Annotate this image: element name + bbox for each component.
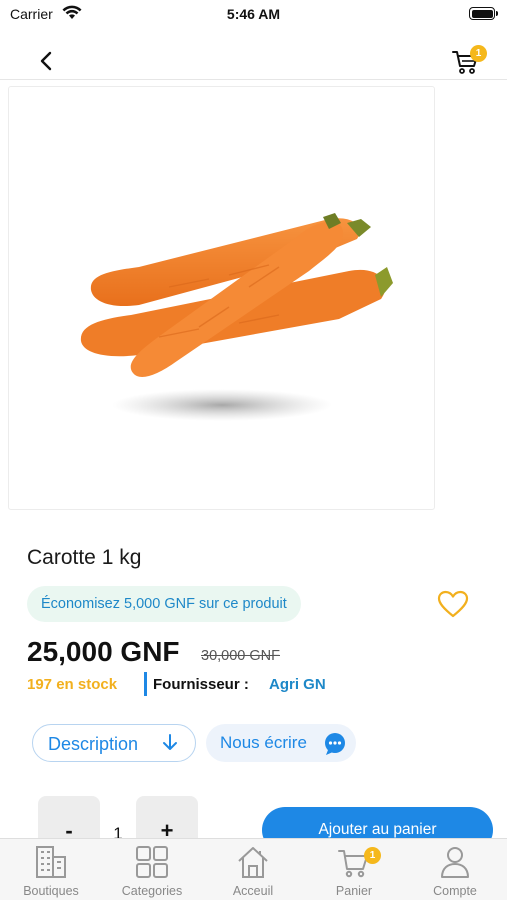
tab-label: Compte — [433, 884, 477, 898]
nav-bar: 1 — [0, 40, 507, 80]
supplier-divider — [144, 672, 147, 696]
header-cart-button[interactable]: 1 — [451, 45, 487, 78]
carrot-picture — [80, 213, 393, 421]
old-price: 30,000 GNF — [201, 648, 280, 664]
description-button[interactable]: Description — [32, 724, 196, 762]
favorite-heart-icon[interactable] — [437, 590, 469, 618]
tab-panier[interactable]: 1 Panier — [304, 839, 404, 900]
write-label: Nous écrire — [220, 733, 307, 752]
stock-count: 197 en stock — [27, 676, 118, 693]
cart-count-badge: 1 — [470, 45, 487, 62]
description-label: Description — [48, 734, 139, 754]
bottom-tab-bar: Boutiques Categories Acceuil 1 Panier Co… — [0, 838, 507, 900]
tab-label: Acceuil — [232, 884, 274, 898]
tab-compte[interactable]: Compte — [405, 839, 505, 900]
product-title: Carotte 1 kg — [27, 546, 142, 569]
status-time: 5:46 AM — [226, 6, 281, 22]
write-to-us-button[interactable]: Nous écrire — [206, 724, 356, 762]
product-image[interactable] — [8, 86, 435, 510]
buildings-icon — [36, 846, 66, 878]
battery-icon — [469, 7, 498, 20]
tab-acceuil[interactable]: Acceuil — [203, 839, 303, 900]
tab-label: Boutiques — [23, 884, 79, 898]
supplier-label: Fournisseur : — [153, 676, 249, 693]
tab-label: Categories — [121, 884, 183, 898]
supplier-link[interactable]: Agri GN — [269, 676, 326, 693]
status-bar: Carrier 5:46 AM — [0, 0, 507, 28]
home-icon — [238, 847, 268, 878]
tab-categories[interactable]: Categories — [102, 839, 202, 900]
grid-icon — [136, 846, 168, 878]
arrow-down-icon — [163, 734, 177, 750]
savings-badge: Économisez 5,000 GNF sur ce produit — [27, 586, 301, 622]
back-chevron-icon[interactable] — [36, 50, 58, 72]
tab-label: Panier — [335, 884, 373, 898]
user-icon — [441, 847, 469, 878]
cart-count-badge: 1 — [364, 847, 381, 864]
tab-boutiques[interactable]: Boutiques — [1, 839, 101, 900]
product-price: 25,000 GNF — [27, 636, 180, 667]
chat-bubble-icon — [325, 733, 345, 755]
